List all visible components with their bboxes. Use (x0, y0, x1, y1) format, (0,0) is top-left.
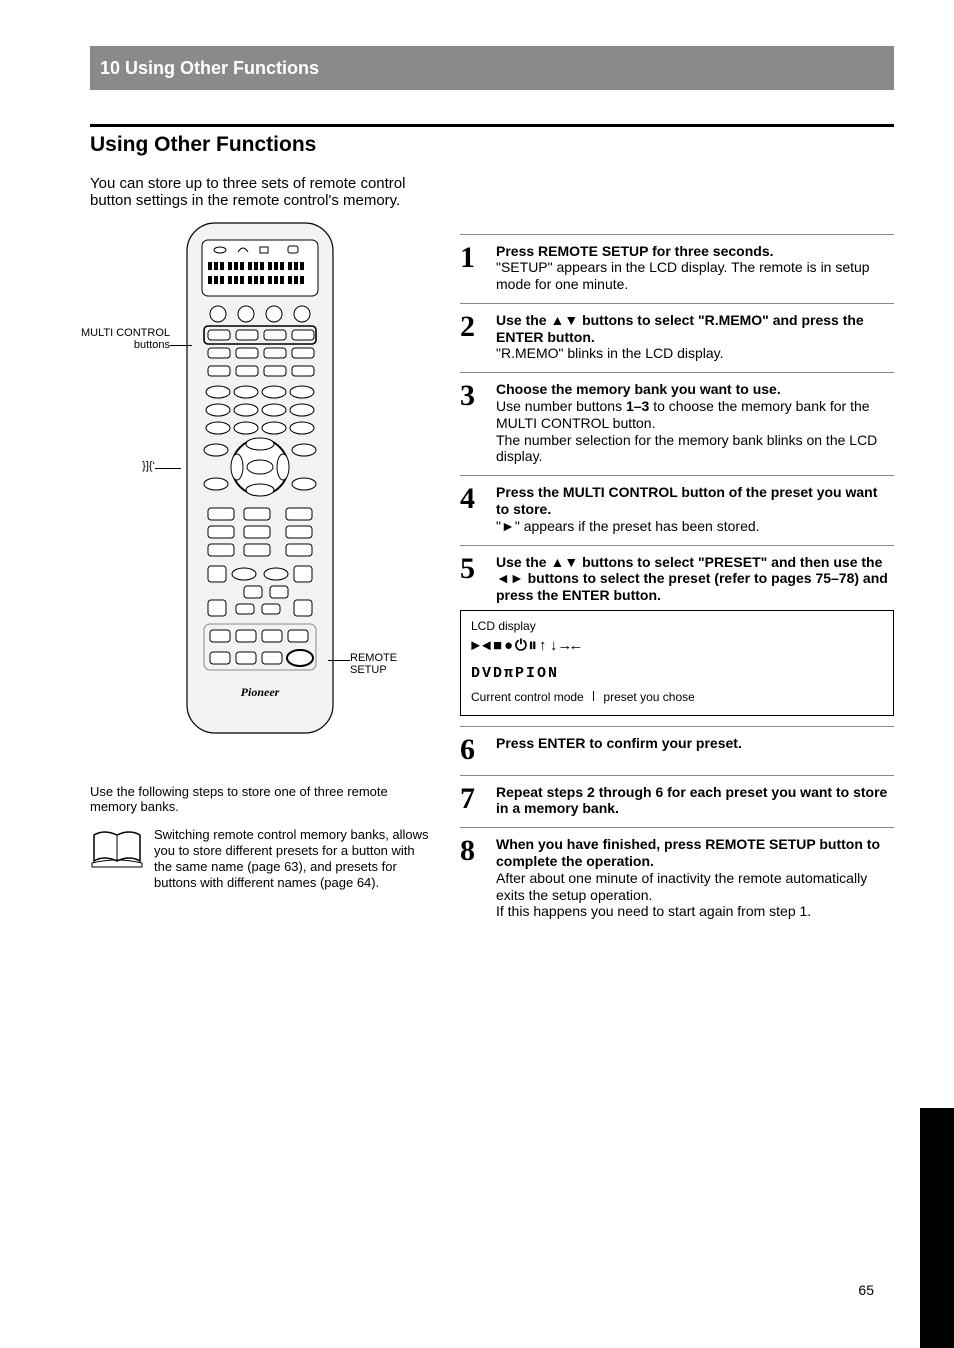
chapter-title: 10 Using Other Functions (100, 58, 319, 79)
book-icon (90, 827, 144, 874)
chapter-header: 10 Using Other Functions (90, 46, 894, 90)
lcd-symbols-icon: ►◄■●⏻⏸↑↓→← (471, 638, 582, 657)
step-2: 2 Use the ▲▼ buttons to select "R.MEMO" … (460, 312, 894, 362)
intro-paragraph: You can store up to three sets of remote… (90, 175, 420, 210)
left-instruction: Use the following steps to store one of … (90, 784, 430, 815)
section-divider (90, 124, 894, 127)
step-1: 1 Press REMOTE SETUP for three seconds. … (460, 243, 894, 293)
callout-arrows: }]{‘ (75, 460, 155, 472)
book-note: Switching remote control memory banks, a… (154, 827, 430, 892)
side-tab (920, 1108, 954, 1348)
lcd-display-box: LCD display ►◄■●⏻⏸↑↓→← DVDπPION Current … (460, 610, 894, 716)
remote-svg: Pioneer (186, 222, 334, 734)
step-4: 4 Press the MULTI CONTROL button of the … (460, 484, 894, 534)
step-5: 5 Use the ▲▼ buttons to select "PRESET" … (460, 554, 894, 604)
callout-remote-setup: REMOTE SETUP (350, 652, 430, 676)
step-8: 8 When you have finished, press REMOTE S… (460, 836, 894, 920)
step-7: 7 Repeat steps 2 through 6 for each pres… (460, 784, 894, 818)
section-title: Using Other Functions (90, 133, 894, 157)
callout-multicontrol: MULTI CONTROL buttons (70, 327, 170, 351)
step-3: 3 Choose the memory bank you want to use… (460, 381, 894, 465)
step-6: 6 Press ENTER to confirm your preset. (460, 735, 894, 765)
svg-text:Pioneer: Pioneer (241, 685, 280, 699)
page-number: 65 (858, 1282, 874, 1298)
remote-diagram: Pioneer MULTI CONTROL buttons }]{‘ REMOT… (90, 222, 430, 734)
